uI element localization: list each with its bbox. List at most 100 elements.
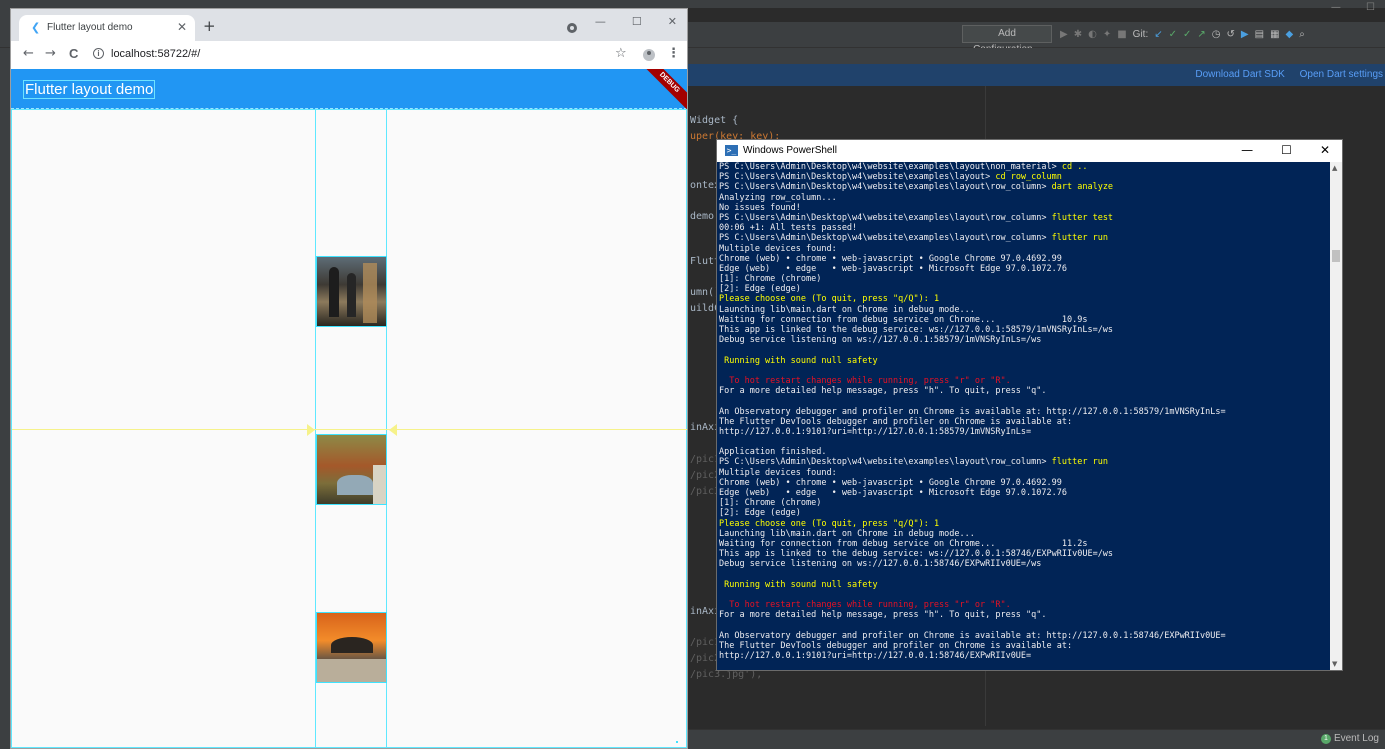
console-line-text: Running with sound null safety xyxy=(719,355,878,366)
git-push-check-icon[interactable]: ✓ xyxy=(1183,29,1191,40)
tab-close-icon[interactable]: ✕ xyxy=(177,20,187,34)
new-tab-button[interactable]: + xyxy=(203,19,216,34)
console-line: Launching lib\main.dart on Chrome in deb… xyxy=(719,305,1331,315)
git-label: Git: xyxy=(1132,28,1149,40)
console-line: Running with sound null safety xyxy=(719,580,1331,590)
console-scrollbar[interactable]: ▲ ▼ xyxy=(1330,162,1342,670)
maximize-icon[interactable]: ☐ xyxy=(1281,143,1292,157)
layout-icon[interactable]: ▦ xyxy=(1270,29,1279,40)
console-line-text: Chrome (web) • chrome • web-javascript •… xyxy=(719,253,1062,264)
search-icon[interactable]: ⌕ xyxy=(1299,29,1305,40)
console-line-text: This app is linked to the debug service:… xyxy=(719,325,1114,335)
console-line-text: PS C:\Users\Admin\Desktop\w4\website\exa… xyxy=(719,172,996,183)
project-structure-icon[interactable]: ▤ xyxy=(1255,29,1264,40)
console-line: PS C:\Users\Admin\Desktop\w4\website\exa… xyxy=(719,172,1331,182)
git-rollback-icon[interactable]: ↺ xyxy=(1227,29,1235,40)
ide-statusbar xyxy=(688,729,1385,749)
back-icon[interactable]: ← xyxy=(23,47,34,61)
plugin-icon[interactable]: ◆ xyxy=(1286,29,1294,40)
console-line: This app is linked to the debug service:… xyxy=(719,325,1331,335)
console-line-text: The Flutter DevTools debugger and profil… xyxy=(719,416,1073,427)
image-pic1 xyxy=(316,256,387,327)
console-line: PS C:\Users\Admin\Desktop\w4\website\exa… xyxy=(719,233,1331,243)
minimize-icon[interactable]: — xyxy=(1241,143,1253,157)
console-line-text: An Observatory debugger and profiler on … xyxy=(719,406,1226,417)
maximize-icon[interactable]: ☐ xyxy=(1366,2,1375,13)
console-line: Multiple devices found: xyxy=(719,244,1331,254)
flutter-inspector-icon[interactable]: ▶ xyxy=(1241,29,1249,40)
console-line-text: Multiple devices found: xyxy=(719,243,837,254)
flutter-app-viewport: Flutter layout demo DEBUG xyxy=(11,69,687,748)
console-line-text: [1]: Chrome (chrome) xyxy=(719,498,822,509)
browser-tab[interactable]: ❮ Flutter layout demo ✕ xyxy=(19,15,195,41)
site-info-icon[interactable]: i xyxy=(93,48,104,59)
git-commit-icon[interactable]: ✓ xyxy=(1169,29,1177,40)
run-icon[interactable]: ▶ xyxy=(1060,29,1068,40)
event-log-button[interactable]: 1 Event Log xyxy=(1320,733,1379,744)
console-line: Multiple devices found: xyxy=(719,468,1331,478)
console-line: Running with sound null safety xyxy=(719,356,1331,366)
console-line: PS C:\Users\Admin\Desktop\w4\website\exa… xyxy=(719,457,1331,467)
powershell-window-controls: — ☐ ✕ xyxy=(1241,143,1330,157)
powershell-window: >_ Windows PowerShell — ☐ ✕ PS C:\Users\… xyxy=(716,139,1343,671)
console-line: [1]: Chrome (chrome) xyxy=(719,274,1331,284)
stop-icon[interactable]: ■ xyxy=(1117,29,1126,40)
ide-titlebar xyxy=(0,0,1385,8)
console-command: flutter test xyxy=(1051,212,1114,223)
chrome-window: ❮ Flutter layout demo ✕ + — ☐ ✕ ← → C i … xyxy=(10,8,688,749)
console-line: Please choose one (To quit, press "q/Q")… xyxy=(719,519,1331,529)
scroll-down-icon[interactable]: ▼ xyxy=(1332,660,1337,668)
axis-arrow-left-icon xyxy=(307,424,315,436)
console-command: cd .. xyxy=(1061,162,1088,172)
reload-icon[interactable]: C xyxy=(69,47,78,61)
minimize-icon[interactable]: — xyxy=(595,15,606,28)
forward-icon[interactable]: → xyxy=(45,47,56,61)
console-line-text: No issues found! xyxy=(719,202,801,213)
debug-icon[interactable]: ✱ xyxy=(1074,29,1082,40)
maximize-icon[interactable]: ☐ xyxy=(632,15,642,28)
console-line: The Flutter DevTools debugger and profil… xyxy=(719,641,1331,651)
chrome-menu-icon[interactable]: ⋮ xyxy=(667,47,680,61)
console-line-text: PS C:\Users\Admin\Desktop\w4\website\exa… xyxy=(719,182,1052,193)
bookmark-star-icon[interactable]: ☆ xyxy=(615,47,627,61)
coverage-icon[interactable]: ◐ xyxy=(1088,29,1097,40)
console-line-text: Debug service listening on ws://127.0.0.… xyxy=(719,335,1042,346)
git-push-icon[interactable]: ↗ xyxy=(1197,29,1205,40)
powershell-titlebar[interactable]: >_ Windows PowerShell — ☐ ✕ xyxy=(717,140,1342,162)
console-line-text: PS C:\Users\Admin\Desktop\w4\website\exa… xyxy=(719,162,1062,172)
close-icon[interactable]: ✕ xyxy=(1320,143,1330,157)
console-line-text: Application finished. xyxy=(719,447,827,458)
add-configuration-button[interactable]: Add Configuration... xyxy=(962,25,1052,55)
profile-icon[interactable]: ✦ xyxy=(1103,29,1111,40)
account-icon[interactable] xyxy=(643,49,655,61)
console-line: http://127.0.0.1:9101?uri=http://127.0.0… xyxy=(719,651,1331,661)
close-icon[interactable]: ✕ xyxy=(668,15,677,28)
tab-search-icon[interactable] xyxy=(567,23,577,33)
git-history-icon[interactable]: ◷ xyxy=(1212,29,1221,40)
address-bar[interactable]: i localhost:58722/#/ xyxy=(89,44,609,66)
ide-toolbar-icons: ▶ ✱ ◐ ✦ ■ Git: ↙ ✓ ✓ ↗ ◷ ↺ ▶ ▤ ▦ ◆ ⌕ xyxy=(1060,24,1305,44)
console-line: To hot restart changes while running, pr… xyxy=(719,600,1331,610)
chrome-tabstrip: ❮ Flutter layout demo ✕ + — ☐ ✕ xyxy=(11,9,687,41)
open-dart-settings-link[interactable]: Open Dart settings xyxy=(1300,69,1383,80)
console-line-text: Launching lib\main.dart on Chrome in deb… xyxy=(719,304,975,315)
scroll-up-icon[interactable]: ▲ xyxy=(1332,164,1337,172)
download-dart-sdk-link[interactable]: Download Dart SDK xyxy=(1195,69,1284,80)
console-line: Chrome (web) • chrome • web-javascript •… xyxy=(719,254,1331,264)
console-line: Launching lib\main.dart on Chrome in deb… xyxy=(719,529,1331,539)
image-pic3 xyxy=(316,612,387,683)
console-command: 1 xyxy=(933,294,940,305)
powershell-console[interactable]: PS C:\Users\Admin\Desktop\w4\website\exa… xyxy=(719,162,1331,670)
scrollbar-thumb[interactable] xyxy=(1332,250,1340,262)
code-line: Widget { xyxy=(690,115,739,126)
ide-left-tool-strip[interactable] xyxy=(0,8,10,749)
console-line-text: PS C:\Users\Admin\Desktop\w4\website\exa… xyxy=(719,212,1052,223)
git-update-icon[interactable]: ↙ xyxy=(1154,29,1162,40)
app-bar-title: Flutter layout demo xyxy=(23,80,156,99)
minimize-icon[interactable]: — xyxy=(1331,2,1341,13)
